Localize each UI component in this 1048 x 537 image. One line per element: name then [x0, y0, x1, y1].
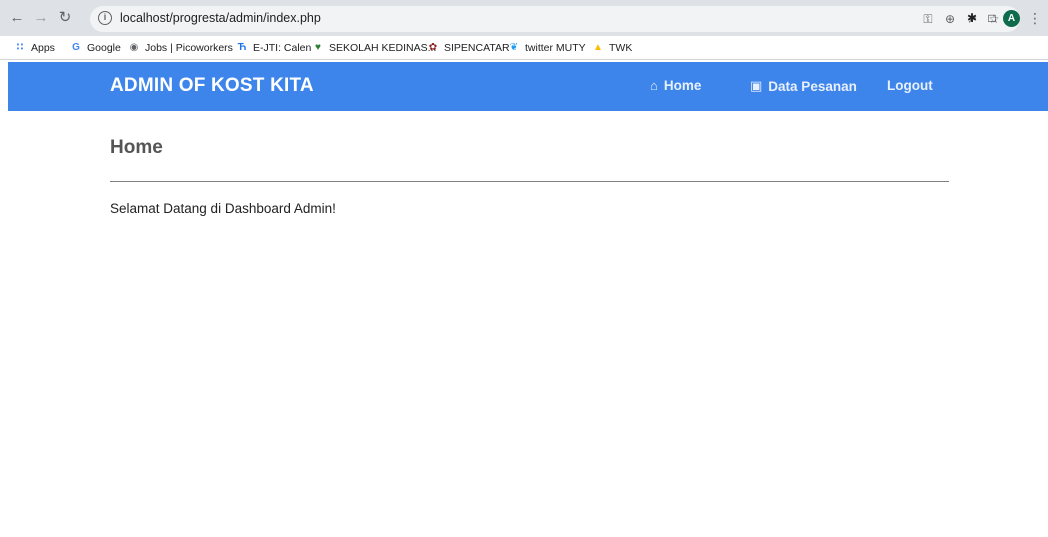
menu-dots-icon[interactable]: ⋮: [1028, 9, 1042, 27]
nav-data-pesanan[interactable]: ▣ Data Pesanan: [750, 78, 857, 94]
bookmark-label: SIPENCATAR: [444, 42, 510, 54]
bookmark-sekolah-kedinasan[interactable]: ♥ SEKOLAH KEDINAS...: [312, 40, 436, 56]
back-arrow-icon[interactable]: ←: [8, 9, 26, 27]
home-icon: ⌂: [650, 78, 658, 93]
browser-toolbar: ← → ↻ i localhost/progresta/admin/index.…: [0, 0, 1048, 36]
emblem-icon: ♥: [315, 42, 321, 53]
forward-arrow-icon[interactable]: →: [32, 9, 50, 27]
sipencatar-icon: ✿: [428, 42, 438, 53]
url-text[interactable]: localhost/progresta/admin/index.php: [120, 11, 321, 25]
page-title: Home: [110, 137, 163, 158]
zoom-icon[interactable]: ⊕: [942, 11, 958, 27]
bookmark-label: E-JTI: Calen: [253, 42, 312, 54]
address-bar[interactable]: i localhost/progresta/admin/index.php ⚿ …: [90, 6, 1020, 32]
bookmark-twitter-muty[interactable]: ❦ twitter MUTY: [508, 40, 586, 56]
top-navbar: ADMIN OF KOST KITA ⌂ Home ▣ Data Pesanan…: [8, 62, 1048, 111]
bookmark-label: twitter MUTY: [525, 42, 586, 54]
nav-data-pesanan-label: Data Pesanan: [768, 78, 857, 94]
nav-home-label: Home: [663, 78, 702, 93]
nav-logout-label: Logout: [887, 78, 933, 93]
book-icon: ▣: [750, 78, 763, 93]
welcome-text: Selamat Datang di Dashboard Admin!: [110, 201, 336, 216]
bookmark-label: TWK: [609, 42, 633, 54]
bookmark-picoworkers[interactable]: ◉ Jobs | Picoworkers: [128, 40, 233, 56]
bookmark-sipencatar[interactable]: ✿ SIPENCATAR: [427, 40, 510, 56]
divider: [110, 181, 949, 182]
navbar-brand[interactable]: ADMIN OF KOST KITA: [110, 75, 314, 97]
site-info-icon[interactable]: i: [98, 11, 112, 25]
side-panel-icon[interactable]: □: [984, 10, 1000, 26]
reload-icon[interactable]: ↻: [56, 9, 74, 27]
ejti-icon: Ћ: [237, 42, 247, 53]
drive-icon: ▲: [593, 42, 603, 53]
bookmark-label: Jobs | Picoworkers: [145, 42, 233, 54]
extensions-puzzle-icon[interactable]: ✱: [964, 10, 980, 26]
google-icon: G: [72, 42, 80, 53]
twitter-icon: ❦: [509, 42, 519, 53]
profile-avatar[interactable]: A: [1003, 10, 1020, 27]
bookmark-twk[interactable]: ▲ TWK: [592, 40, 632, 56]
bookmarks-bar: ∷ Apps G Google ◉ Jobs | Picoworkers Ћ E…: [0, 36, 1048, 60]
key-icon[interactable]: ⚿: [920, 11, 936, 27]
bookmark-label: Apps: [31, 42, 55, 54]
bookmark-label: SEKOLAH KEDINAS...: [329, 42, 437, 54]
bookmark-google[interactable]: G Google: [70, 40, 121, 56]
nav-logout[interactable]: Logout: [887, 78, 933, 93]
nav-home[interactable]: ⌂ Home: [650, 78, 701, 93]
bookmark-ejti[interactable]: Ћ E-JTI: Calen: [236, 40, 312, 56]
browser-chrome: ← → ↻ i localhost/progresta/admin/index.…: [0, 0, 1048, 60]
bookmark-label: Google: [87, 42, 121, 54]
apps-grid-icon: ∷: [16, 42, 24, 53]
bookmark-apps[interactable]: ∷ Apps: [14, 40, 55, 56]
globe-icon: ◉: [129, 42, 139, 53]
